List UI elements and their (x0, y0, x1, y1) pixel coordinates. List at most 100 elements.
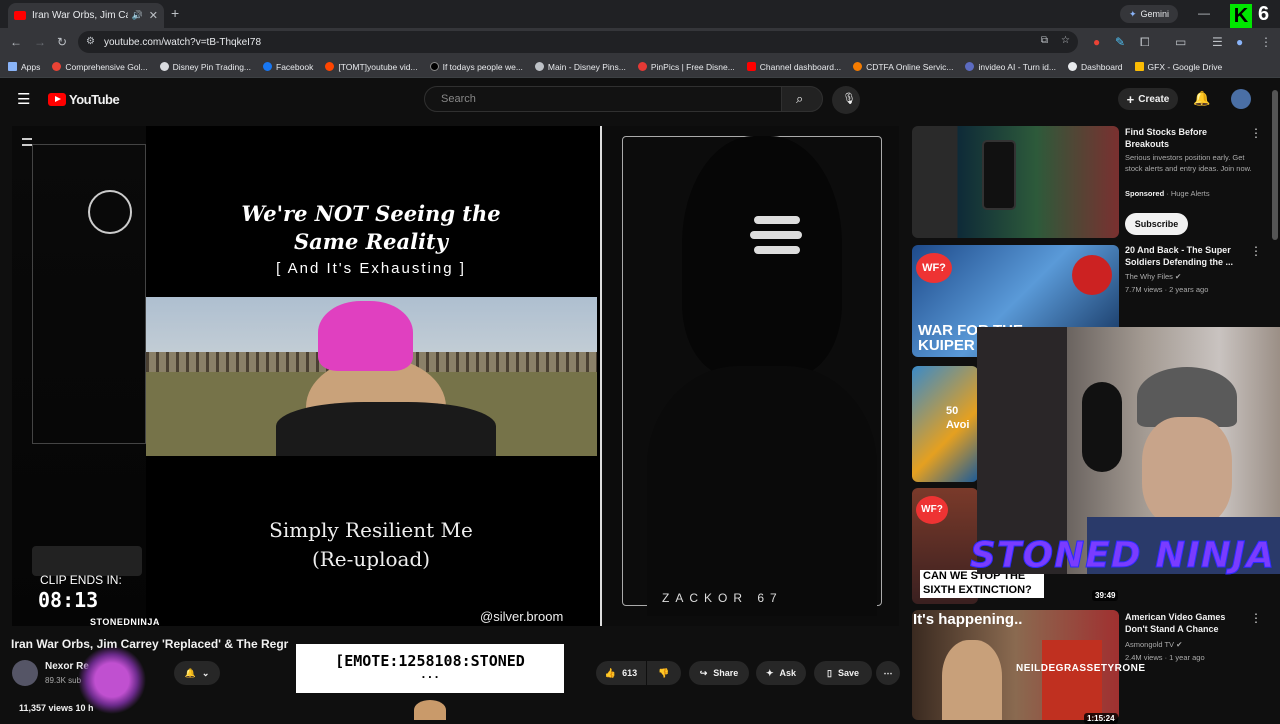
browser-toolbar: ← → ↻ ⚙ youtube.com/watch?v=tB-ThqkeI78 … (0, 28, 1280, 56)
bookmark-item[interactable]: If todays people we... (429, 62, 523, 72)
emote-image (414, 700, 446, 720)
tab-title: Iran War Orbs, Jim Carrey 'R (32, 10, 128, 21)
hud-widget (32, 546, 142, 576)
chevron-down-icon: ⌄ (201, 667, 210, 678)
thumbnail-text: 50 Avoi (946, 405, 970, 432)
ask-button[interactable]: ✦ Ask (756, 661, 806, 685)
site-info-icon[interactable]: ⚙ (86, 36, 95, 47)
address-bar[interactable]: ⚙ youtube.com/watch?v=tB-ThqkeI78 ⧉ ☆ (78, 31, 1078, 53)
ninja-caption: ZACKOR 67 (662, 591, 783, 605)
ad-more-icon[interactable]: ⋮ (1250, 126, 1262, 140)
bookmark-item[interactable]: Disney Pin Trading... (159, 62, 251, 72)
bookmark-favicon-icon (1067, 62, 1077, 71)
bookmark-favicon-icon (263, 62, 273, 71)
notifications-bell-icon[interactable]: 🔔 (1193, 90, 1210, 107)
reading-list-icon[interactable]: ☰ (1212, 36, 1223, 48)
bookmark-icon: ▯ (827, 667, 832, 678)
video-credit: Simply Resilient Me (Re-upload) (269, 518, 473, 571)
creator-handle: @silver.broom (480, 609, 564, 624)
video-duration: 39:49 (1092, 590, 1119, 601)
extension-icon-2[interactable]: ✎ (1115, 36, 1125, 48)
bookmark-favicon-icon (637, 62, 647, 71)
create-button[interactable]: + Create (1118, 88, 1178, 110)
bookmark-item[interactable]: Comprehensive Gol... (52, 62, 148, 72)
recommended-title[interactable]: 20 And Back - The Super Soldiers Defendi… (1125, 244, 1245, 268)
new-tab-button[interactable]: + (171, 6, 179, 20)
video-player[interactable]: CLIP ENDS IN: 08:13 STONEDNINJA We're NO… (12, 126, 899, 626)
woman-figure (942, 640, 1002, 720)
extension-icon[interactable]: ● (1093, 36, 1100, 48)
like-button[interactable]: 👍 613 (596, 661, 646, 685)
bookmark-item[interactable]: Facebook (263, 62, 313, 72)
hamburger-menu-icon[interactable]: ☰ (17, 90, 30, 108)
gemini-button[interactable]: ✦ Gemini (1120, 5, 1178, 23)
clip-timer: 08:13 (38, 588, 99, 612)
bookmark-item[interactable]: Main - Disney Pins... (534, 62, 626, 72)
channel-avatar[interactable] (12, 660, 38, 686)
reload-icon[interactable]: ↻ (57, 36, 67, 48)
bookmark-item[interactable]: [TOMT]youtube vid... (325, 62, 418, 72)
search-input[interactable]: Search (424, 86, 782, 112)
browser-tab[interactable]: Iran War Orbs, Jim Carrey 'R 🔊 ✕ (8, 3, 164, 28)
ninja-logo-bar (754, 216, 800, 224)
ninja-logo-bar (754, 246, 800, 254)
voice-search-button[interactable]: 🎙 (832, 86, 860, 114)
thumbs-down-icon: 👎 (658, 667, 670, 678)
ninja-logo-bar (750, 231, 802, 239)
bookmark-item[interactable]: invideo AI - Turn id... (965, 62, 1056, 72)
bookmark-item[interactable]: CDTFA Online Servic... (853, 62, 953, 72)
ad-sponsor-line: Sponsored · Huge Alerts (1125, 189, 1210, 198)
page-scrollbar[interactable] (1272, 90, 1278, 240)
ninja-body (647, 366, 877, 616)
recommended-thumbnail[interactable]: 50 Avoi (912, 366, 978, 482)
speaker-icon[interactable]: 🔊 (132, 10, 143, 21)
account-avatar[interactable] (1231, 89, 1251, 109)
recommended-more-icon[interactable]: ⋮ (1250, 244, 1262, 258)
notifications-dropdown[interactable]: 🔔 ⌄ (174, 661, 220, 685)
search-button[interactable]: ⌕ (781, 86, 823, 112)
robot-figure (1072, 255, 1112, 295)
youtube-header: ☰ YouTube Search ⌕ 🎙 + Create 🔔 (0, 78, 1280, 120)
video-duration: 1:15:24 (1084, 713, 1118, 724)
bookmark-star-icon[interactable]: ☆ (1061, 35, 1070, 46)
bookmark-item[interactable]: Dashboard (1067, 62, 1123, 72)
bookmark-favicon-icon (746, 62, 756, 71)
bookmarks-bar: Apps Comprehensive Gol... Disney Pin Tra… (0, 56, 1280, 78)
more-actions-button[interactable]: ⋯ (876, 661, 900, 685)
bookmark-favicon-icon (325, 62, 335, 71)
extensions-puzzle-icon[interactable]: ⧠ (1140, 36, 1150, 48)
install-app-icon[interactable]: ⧉ (1041, 35, 1048, 46)
minimize-window-icon[interactable]: — (1198, 7, 1210, 19)
microphone-icon: 🎙 (842, 93, 856, 105)
channel-badge: WF? (916, 496, 948, 524)
save-button[interactable]: ▯ Save (814, 661, 872, 685)
ad-subscribe-button[interactable]: Subscribe (1125, 213, 1188, 235)
bookmark-item[interactable]: PinPics | Free Disne... (637, 62, 735, 72)
bell-icon: 🔔 (184, 667, 196, 678)
bookmark-item[interactable]: GFX - Google Drive (1134, 62, 1222, 72)
back-icon[interactable]: ← (10, 36, 22, 48)
bookmark-item[interactable]: Channel dashboard... (746, 62, 841, 72)
streamer-hud-panel: CLIP ENDS IN: 08:13 STONEDNINJA (12, 126, 159, 626)
recommended-meta: 7.7M views · 2 years ago (1125, 285, 1209, 294)
tab-search-icon[interactable]: ▭ (1175, 36, 1186, 48)
share-button[interactable]: ↪ Share (689, 661, 749, 685)
youtube-logo[interactable]: YouTube (48, 92, 120, 107)
overlay-counter: 6 (1258, 3, 1270, 25)
pink-beanie (318, 301, 413, 371)
close-tab-icon[interactable]: ✕ (149, 9, 158, 22)
chat-username-overlay: NEILDEGRASSETYRONE (1016, 663, 1146, 674)
recommended-meta: 2.4M views · 1 year ago (1125, 653, 1205, 662)
profile-icon[interactable]: ● (1236, 36, 1243, 48)
recommended-channel: The Why Files ✔ (1125, 272, 1182, 281)
chrome-menu-icon[interactable]: ⋮ (1260, 36, 1272, 48)
bookmark-favicon-icon (429, 62, 439, 71)
ad-title[interactable]: Find Stocks Before Breakouts (1125, 126, 1245, 150)
forward-icon[interactable]: → (34, 36, 46, 48)
dislike-button[interactable]: 👎 (647, 661, 681, 685)
ad-thumbnail[interactable] (912, 126, 1119, 238)
recommended-title[interactable]: American Video Games Don't Stand A Chanc… (1125, 611, 1245, 635)
phone-image (982, 140, 1016, 210)
bookmark-item[interactable]: Apps (8, 62, 40, 72)
recommended-more-icon[interactable]: ⋮ (1250, 611, 1262, 625)
